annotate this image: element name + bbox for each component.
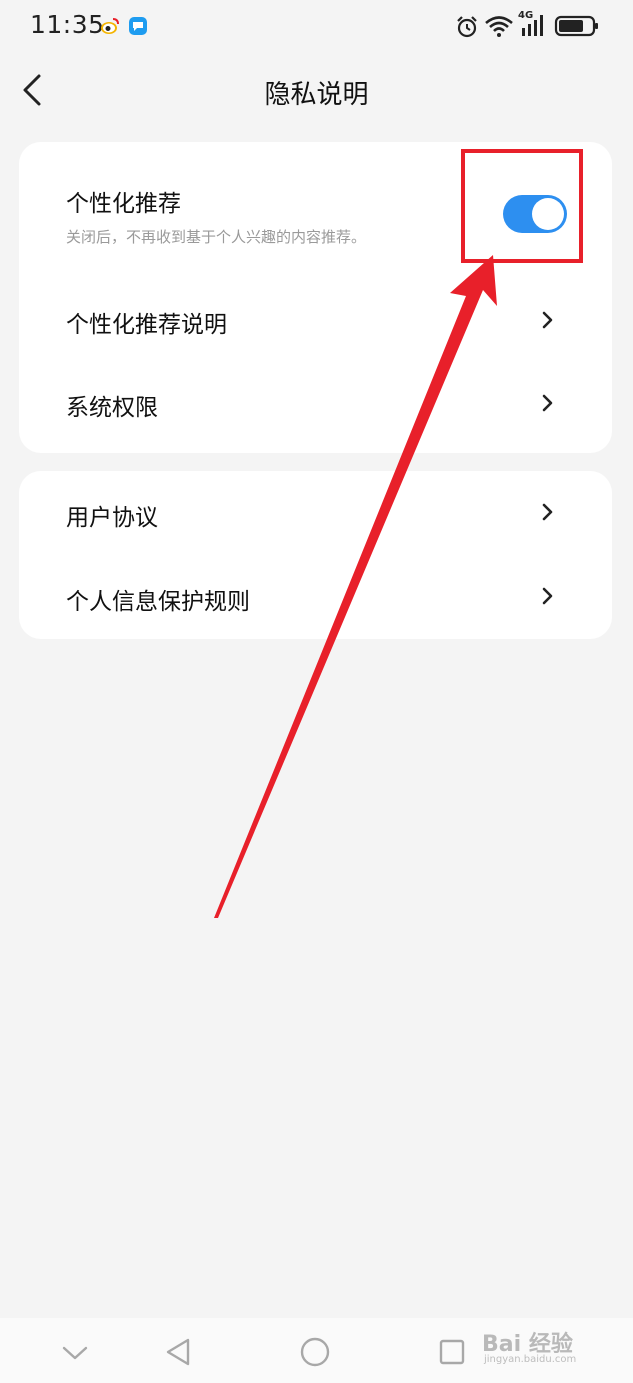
- chevron-right-icon: [542, 311, 553, 329]
- page-title: 隐私说明: [264, 80, 369, 110]
- annotation-highlight-box: [461, 149, 583, 263]
- nav-hide-keyboard-button[interactable]: [55, 1332, 95, 1372]
- wifi-icon: [485, 16, 513, 37]
- alarm-icon: [457, 16, 477, 38]
- watermark-url: jingyan.baidu.com: [484, 1354, 577, 1365]
- nav-back-button[interactable]: [158, 1332, 198, 1372]
- chevron-right-icon: [542, 587, 553, 605]
- row-system-permissions-label: 系统权限: [66, 395, 158, 421]
- row-user-agreement[interactable]: 用户协议: [19, 471, 612, 555]
- row-system-permissions[interactable]: 系统权限: [19, 362, 612, 444]
- row-recommendation-explanation[interactable]: 个性化推荐说明: [19, 279, 612, 361]
- chevron-right-icon: [542, 394, 553, 412]
- row-privacy-protection-rules[interactable]: 个人信息保护规则: [19, 555, 612, 639]
- network-type-label: 4G: [518, 10, 534, 21]
- personalized-recommendation-title: 个性化推荐: [66, 191, 181, 217]
- battery-icon: [554, 15, 598, 37]
- nav-recents-button[interactable]: [432, 1332, 472, 1372]
- status-bar: 11:35 4G: [0, 0, 633, 54]
- row-recommendation-explanation-label: 个性化推荐说明: [66, 312, 227, 338]
- row-user-agreement-label: 用户协议: [66, 505, 158, 531]
- weibo-icon: [101, 18, 119, 34]
- personalized-recommendation-description: 关闭后，不再收到基于个人兴趣的内容推荐。: [66, 228, 367, 246]
- message-app-icon: [129, 17, 147, 35]
- nav-home-button[interactable]: [295, 1332, 335, 1372]
- row-privacy-protection-rules-label: 个人信息保护规则: [66, 589, 250, 615]
- settings-card-agreements: 用户协议 个人信息保护规则: [19, 471, 612, 639]
- header: 隐私说明: [0, 60, 633, 124]
- chevron-right-icon: [542, 503, 553, 521]
- status-time: 11:35: [30, 10, 105, 39]
- baidu-jingyan-watermark: Bai 经验 jingyan.baidu.com: [482, 1326, 602, 1370]
